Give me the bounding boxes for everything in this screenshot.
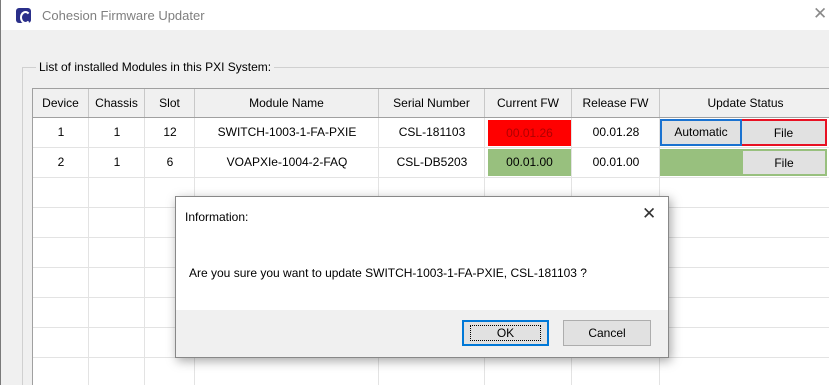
dialog-button-bar: OK Cancel xyxy=(176,310,668,357)
file-update-button[interactable]: File xyxy=(742,119,827,146)
header-module-name[interactable]: Module Name xyxy=(195,89,379,117)
table-header: Device Chassis Slot Module Name Serial N… xyxy=(33,89,829,118)
dialog-title: Information: xyxy=(185,210,249,224)
header-chassis[interactable]: Chassis xyxy=(89,89,145,117)
file-update-button[interactable]: File xyxy=(742,149,827,176)
cell-device: 2 xyxy=(57,155,65,169)
automatic-update-button[interactable]: Automatic xyxy=(660,119,742,146)
header-serial-number[interactable]: Serial Number xyxy=(379,89,485,117)
cell-module-name: SWITCH-1003-1-FA-PXIE xyxy=(217,125,357,139)
cell-serial-number: CSL-181103 xyxy=(398,125,466,139)
header-current-fw[interactable]: Current FW xyxy=(485,89,572,117)
cell-serial-number: CSL-DB5203 xyxy=(396,155,468,169)
cell-current-fw-outdated: 00.01.26 xyxy=(488,120,571,146)
header-slot[interactable]: Slot xyxy=(145,89,195,117)
modules-group-label: List of installed Modules in this PXI Sy… xyxy=(36,60,275,74)
window-close-icon[interactable]: ✕ xyxy=(813,4,827,24)
firmware-updater-window: Cohesion Firmware Updater ✕ List of inst… xyxy=(0,0,829,385)
window-title: Cohesion Firmware Updater xyxy=(42,8,205,23)
cell-release-fw: 00.01.00 xyxy=(592,155,640,169)
header-release-fw[interactable]: Release FW xyxy=(572,89,660,117)
ok-button[interactable]: OK xyxy=(462,320,549,346)
cell-slot: 6 xyxy=(166,155,174,169)
header-update-status[interactable]: Update Status xyxy=(660,89,829,117)
cell-device: 1 xyxy=(57,125,65,139)
cell-release-fw: 00.01.28 xyxy=(592,125,640,139)
cell-current-fw-up-to-date: 00.01.00 xyxy=(488,149,571,176)
cell-slot: 12 xyxy=(163,125,177,139)
cancel-button[interactable]: Cancel xyxy=(563,320,651,346)
header-device[interactable]: Device xyxy=(33,89,89,117)
cell-chassis: 1 xyxy=(113,155,121,169)
confirm-update-dialog: Information: ✕ Are you sure you want to … xyxy=(175,196,669,358)
ok-button-label: OK xyxy=(469,325,542,341)
dialog-message: Are you sure you want to update SWITCH-1… xyxy=(189,266,587,280)
update-status-ok xyxy=(660,149,742,176)
cell-module-name: VOAPXIe-1004-2-FAQ xyxy=(226,155,348,169)
cohesion-app-icon xyxy=(16,8,31,24)
title-bar: Cohesion Firmware Updater ✕ xyxy=(1,0,829,30)
dialog-close-icon[interactable]: ✕ xyxy=(642,204,656,224)
cell-chassis: 1 xyxy=(113,125,121,139)
